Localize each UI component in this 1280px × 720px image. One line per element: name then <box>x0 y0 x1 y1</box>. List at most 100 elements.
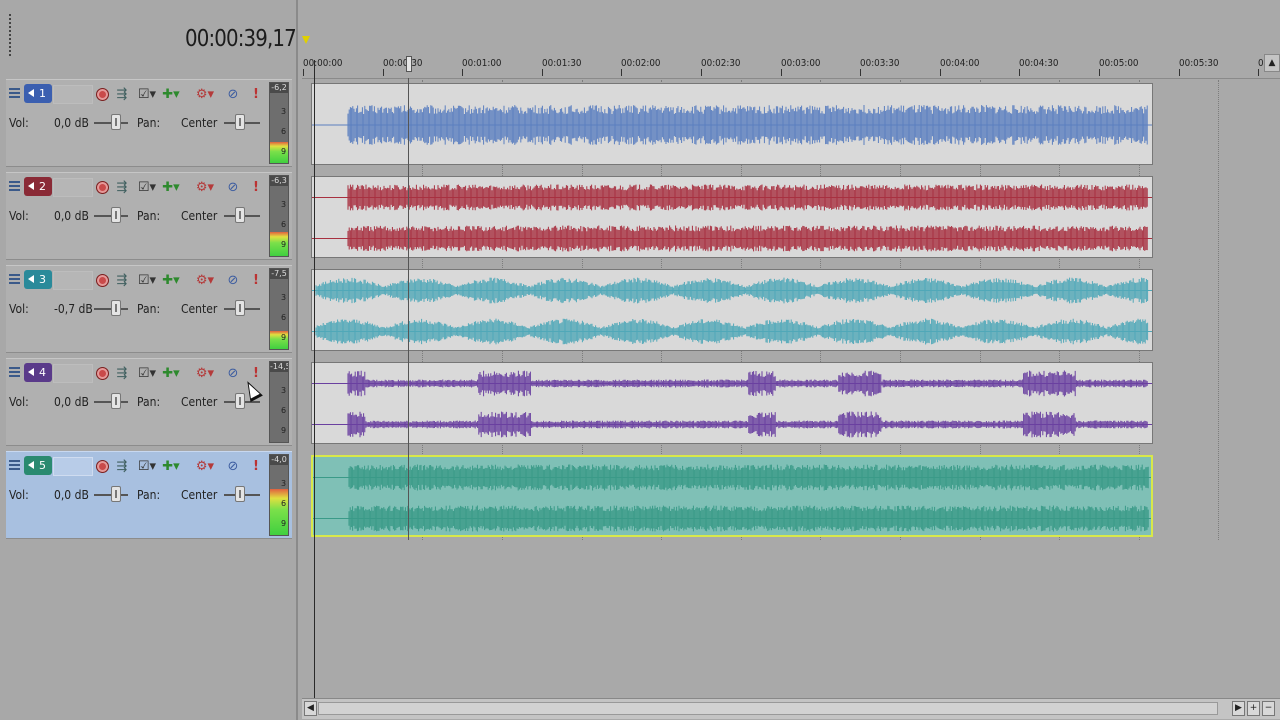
automation-icon[interactable]: ⇶ <box>114 365 130 381</box>
pan-label: Pan: <box>137 395 161 409</box>
scroll-left-icon[interactable]: ◀ <box>304 701 317 716</box>
ruler-label: 00:03:30 <box>860 58 900 69</box>
volume-slider[interactable] <box>94 486 128 502</box>
edit-cursor <box>314 60 315 700</box>
track-header-4[interactable]: 4 ⇶ ☑▾ ✚▾ ⚙▾ ⊘ ! Vol: 0,0 dB Pan: Center… <box>6 358 292 446</box>
audio-clip-4[interactable] <box>311 362 1153 444</box>
track-number[interactable]: 3 <box>24 270 52 289</box>
track-name-field[interactable] <box>53 271 93 290</box>
track-handle-icon[interactable] <box>9 458 20 478</box>
track-header-2[interactable]: 2 ⇶ ☑▾ ✚▾ ⚙▾ ⊘ ! Vol: 0,0 dB Pan: Center… <box>6 172 292 260</box>
track-name-field[interactable] <box>53 364 93 383</box>
track-number[interactable]: 1 <box>24 84 52 103</box>
automation-icon[interactable]: ⇶ <box>114 458 130 474</box>
arm-record-icon[interactable] <box>95 272 109 288</box>
arm-record-icon[interactable] <box>95 458 109 474</box>
envelope-icon[interactable]: ☑▾ <box>138 272 156 288</box>
gear-icon[interactable]: ⚙▾ <box>194 458 216 474</box>
track-name-field[interactable] <box>53 457 93 476</box>
scroll-thumb[interactable] <box>318 702 1218 715</box>
gear-icon[interactable]: ⚙▾ <box>194 86 216 102</box>
track-number[interactable]: 5 <box>24 456 52 475</box>
volume-slider[interactable] <box>94 300 128 316</box>
track-number[interactable]: 2 <box>24 177 52 196</box>
vertical-zoom-button[interactable]: ▲ <box>1264 54 1280 72</box>
time-ruler[interactable]: 00:00:00 00:00:30 00:01:00 00:01:30 00:02:00… <box>302 54 1280 79</box>
audio-clip-2[interactable] <box>311 176 1153 258</box>
meter-tick: 6 <box>281 406 287 415</box>
pan-value[interactable]: Center <box>181 209 217 223</box>
track-handle-icon[interactable] <box>9 365 20 385</box>
track-header-3[interactable]: 3 ⇶ ☑▾ ✚▾ ⚙▾ ⊘ ! Vol: -0,7 dB Pan: Cente… <box>6 265 292 353</box>
volume-slider[interactable] <box>94 393 128 409</box>
vol-value[interactable]: 0,0 dB <box>54 209 89 223</box>
mute-icon[interactable]: ⊘ <box>226 458 240 474</box>
marker-icon[interactable] <box>302 36 310 44</box>
meter-tick: 9 <box>281 426 287 435</box>
envelope-icon[interactable]: ☑▾ <box>138 458 156 474</box>
scroll-right-icon[interactable]: ▶ <box>1232 701 1245 716</box>
mute-icon[interactable]: ⊘ <box>226 86 240 102</box>
vol-value[interactable]: 0,0 dB <box>54 488 89 502</box>
solo-icon[interactable]: ! <box>253 458 259 474</box>
level-meter: -14,5 3 6 9 <box>269 361 289 443</box>
timeline-area[interactable]: 00:00:00 00:00:30 00:01:00 00:01:30 00:02:00… <box>302 0 1280 720</box>
plugin-chain-icon[interactable]: ✚▾ <box>161 179 181 195</box>
pan-slider[interactable] <box>224 207 260 223</box>
mute-icon[interactable]: ⊘ <box>226 365 240 381</box>
vol-value[interactable]: -0,7 dB <box>54 302 93 316</box>
ruler-tick <box>462 69 464 76</box>
vol-value[interactable]: 0,0 dB <box>54 116 89 130</box>
playhead-handle[interactable] <box>406 56 412 72</box>
solo-icon[interactable]: ! <box>253 86 259 102</box>
audio-clip-5[interactable] <box>311 455 1153 537</box>
envelope-icon[interactable]: ☑▾ <box>138 179 156 195</box>
plugin-chain-icon[interactable]: ✚▾ <box>161 272 181 288</box>
plugin-chain-icon[interactable]: ✚▾ <box>161 86 181 102</box>
envelope-icon[interactable]: ☑▾ <box>138 86 156 102</box>
track-header-5[interactable]: 5 ⇶ ☑▾ ✚▾ ⚙▾ ⊘ ! Vol: 0,0 dB Pan: Center… <box>6 451 292 539</box>
gear-icon[interactable]: ⚙▾ <box>194 179 216 195</box>
automation-icon[interactable]: ⇶ <box>114 179 130 195</box>
arm-record-icon[interactable] <box>95 86 109 102</box>
solo-icon[interactable]: ! <box>253 179 259 195</box>
zoom-out-icon[interactable]: − <box>1262 701 1275 716</box>
gear-icon[interactable]: ⚙▾ <box>194 272 216 288</box>
plugin-chain-icon[interactable]: ✚▾ <box>161 458 181 474</box>
envelope-icon[interactable]: ☑▾ <box>138 365 156 381</box>
zoom-in-icon[interactable]: + <box>1247 701 1260 716</box>
pan-value[interactable]: Center <box>181 395 217 409</box>
arm-record-icon[interactable] <box>95 365 109 381</box>
mute-icon[interactable]: ⊘ <box>226 272 240 288</box>
solo-icon[interactable]: ! <box>253 272 259 288</box>
automation-icon[interactable]: ⇶ <box>114 272 130 288</box>
audio-clip-1[interactable] <box>311 83 1153 165</box>
arm-record-icon[interactable] <box>95 179 109 195</box>
ruler-tick <box>1258 69 1260 76</box>
pan-value[interactable]: Center <box>181 116 217 130</box>
automation-icon[interactable]: ⇶ <box>114 86 130 102</box>
mute-icon[interactable]: ⊘ <box>226 179 240 195</box>
track-handle-icon[interactable] <box>9 86 20 106</box>
pan-value[interactable]: Center <box>181 488 217 502</box>
horizontal-scrollbar[interactable]: ◀ ▶ + − <box>302 698 1280 719</box>
toolbar-grip[interactable] <box>9 14 15 56</box>
track-header-1[interactable]: 1 ⇶ ☑▾ ✚▾ ⚙▾ ⊘ ! Vol: 0,0 dB Pan: Center… <box>6 79 292 167</box>
volume-slider[interactable] <box>94 114 128 130</box>
pan-slider[interactable] <box>224 486 260 502</box>
track-handle-icon[interactable] <box>9 179 20 199</box>
track-name-field[interactable] <box>53 85 93 104</box>
plugin-chain-icon[interactable]: ✚▾ <box>161 365 181 381</box>
track-name-field[interactable] <box>53 178 93 197</box>
pan-value[interactable]: Center <box>181 302 217 316</box>
pan-slider[interactable] <box>224 393 260 409</box>
timecode-display[interactable]: 00:00:39,17 <box>185 26 297 52</box>
audio-clip-3[interactable] <box>311 269 1153 351</box>
vol-value[interactable]: 0,0 dB <box>54 395 89 409</box>
track-handle-icon[interactable] <box>9 272 20 292</box>
pan-slider[interactable] <box>224 300 260 316</box>
volume-slider[interactable] <box>94 207 128 223</box>
gear-icon[interactable]: ⚙▾ <box>194 365 216 381</box>
track-number[interactable]: 4 <box>24 363 52 382</box>
pan-slider[interactable] <box>224 114 260 130</box>
